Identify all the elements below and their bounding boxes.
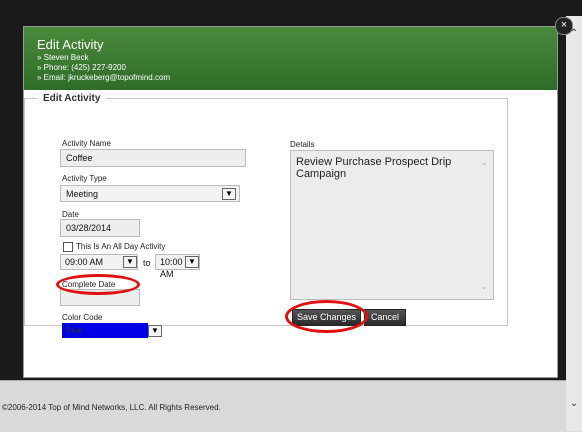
- modal-title: Edit Activity: [37, 37, 104, 52]
- complete-date-highlight: [56, 274, 140, 295]
- activity-type-label: Activity Type: [62, 174, 107, 183]
- color-code-label: Color Code: [62, 313, 103, 322]
- chevron-down-icon[interactable]: ▼: [123, 256, 137, 268]
- textarea-scroll-up-icon[interactable]: ⌃: [481, 162, 488, 171]
- details-value: Review Purchase Prospect Drip Campaign: [296, 156, 452, 180]
- color-code-select[interactable]: Blue: [62, 323, 148, 338]
- page-scrollbar[interactable]: [566, 16, 582, 431]
- date-label: Date: [62, 210, 79, 219]
- details-textarea[interactable]: Review Purchase Prospect Drip Campaign: [290, 150, 494, 300]
- activity-type-value: Meeting: [66, 189, 99, 199]
- all-day-checkbox[interactable]: [63, 242, 73, 252]
- chevron-down-icon[interactable]: ▼: [185, 256, 199, 268]
- save-button-highlight: [285, 300, 368, 333]
- chevron-down-icon[interactable]: ▼: [222, 188, 236, 200]
- cancel-button[interactable]: Cancel: [364, 309, 406, 326]
- start-time-value: 09:00 AM: [65, 257, 104, 267]
- activity-name-label: Activity Name: [62, 139, 111, 148]
- all-day-label: This Is An All Day Activity: [76, 242, 166, 251]
- activity-type-select[interactable]: Meeting: [60, 185, 240, 202]
- date-input[interactable]: 03/28/2014: [60, 219, 140, 237]
- textarea-scroll-down-icon[interactable]: ⌄: [481, 282, 488, 291]
- close-icon[interactable]: ×: [555, 17, 573, 35]
- contact-name: » Steven Beck: [37, 53, 89, 62]
- color-code-value: Blue: [66, 326, 83, 335]
- activity-name-input[interactable]: Coffee: [60, 149, 246, 167]
- modal-header: Edit Activity » Steven Beck » Phone: (42…: [24, 27, 557, 90]
- contact-phone: » Phone: (425) 227-9200: [37, 63, 126, 72]
- copyright-text: ©2006-2014 Top of Mind Networks, LLC. Al…: [2, 403, 221, 412]
- scroll-down-icon[interactable]: ⌄: [566, 398, 582, 412]
- contact-email: » Email: jkruckeberg@topofmind.com: [37, 73, 171, 82]
- edit-activity-legend: Edit Activity: [43, 93, 101, 104]
- chevron-down-icon[interactable]: ▼: [148, 325, 162, 337]
- time-to-label: to: [143, 258, 151, 268]
- details-label: Details: [290, 140, 315, 149]
